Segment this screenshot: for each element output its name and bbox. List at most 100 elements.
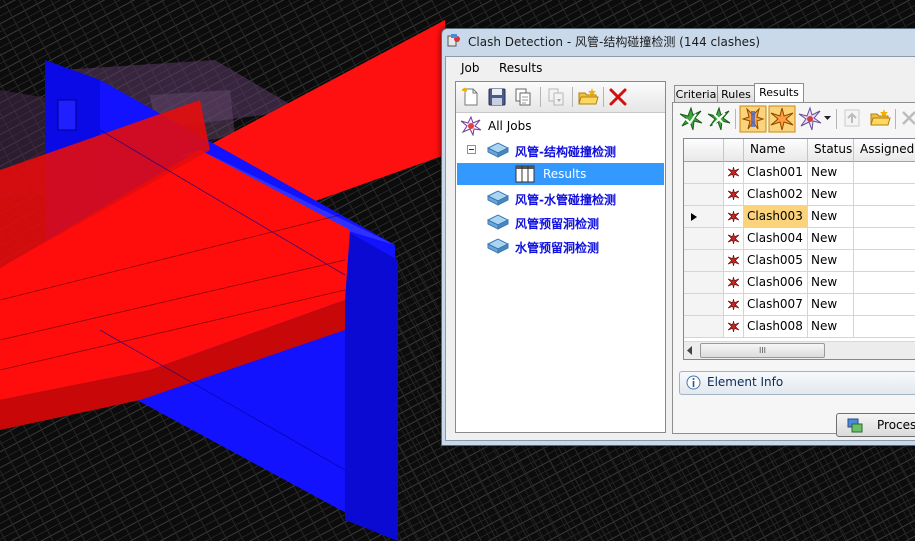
clash-status-text-cell[interactable]: New [808,294,854,316]
table-row[interactable]: Clash004 New [684,228,915,250]
export-up-icon[interactable] [841,107,863,129]
current-row-indicator-icon [691,213,697,221]
collapse-icon[interactable] [467,145,476,154]
clash-assigned-to-cell[interactable] [854,272,915,294]
clash-name-cell[interactable]: Clash006 [744,272,808,294]
clash-name-cell[interactable]: Clash004 [744,228,808,250]
horizontal-scrollbar[interactable]: III [684,341,915,359]
clash-name-cell[interactable]: Clash001 [744,162,808,184]
save-icon[interactable] [486,86,508,108]
clash-status-text-cell[interactable]: New [808,228,854,250]
open-folder-icon[interactable] [577,86,599,108]
approve-clash-icon[interactable] [678,106,704,132]
jobs-panel: All Jobs 风管-结构碰撞检测 Results 风管-水管碰撞检测 风管预… [455,81,666,433]
column-header-assigned-to[interactable]: Assigned To [854,139,915,162]
clash-assigned-to-cell[interactable] [854,206,915,228]
process-button[interactable]: Process [836,413,915,437]
clash-status-text-cell[interactable]: New [808,272,854,294]
clash-assigned-to-cell[interactable] [854,250,915,272]
clash-status-cell[interactable] [724,316,744,338]
approve-all-icon[interactable] [706,106,732,132]
row-header[interactable] [684,272,724,294]
tree-item-job-3[interactable]: 风管预留洞检测 [456,211,665,233]
tree-item-job-1[interactable]: 风管-结构碰撞检测 [456,139,665,161]
tree-item-results[interactable]: Results [457,163,664,185]
clash-status-text-cell[interactable]: New [808,162,854,184]
tab-results[interactable]: Results [754,83,804,104]
clash-results-grid[interactable]: Name Status Assigned To Clash001NewClash… [683,138,915,360]
clash-name-cell[interactable]: Clash002 [744,184,808,206]
clash-status-text-cell[interactable]: New [808,316,854,338]
table-row[interactable]: Clash002 New [684,184,915,206]
clash-status-cell[interactable] [724,250,744,272]
highlight-clash-icon[interactable] [739,105,767,133]
toolbar-separator [836,109,837,129]
tree-item-job-4[interactable]: 水管预留洞检测 [456,235,665,257]
column-header-name[interactable]: Name [744,139,808,162]
toolbar-separator [735,109,736,129]
column-header-status[interactable]: Status [808,139,854,162]
copy-icon[interactable] [512,86,534,108]
clash-status-cell[interactable] [724,272,744,294]
dropdown-arrow-icon[interactable] [823,113,832,122]
new-clash-icon [728,277,739,288]
job-icon [486,142,510,158]
all-jobs-icon [460,116,482,136]
tree-item-job-2[interactable]: 风管-水管碰撞检测 [456,187,665,209]
table-row[interactable]: Clash008 New [684,316,915,338]
clash-status-text-cell[interactable]: New [808,184,854,206]
title-bar[interactable]: Clash Detection - 风管-结构碰撞检测 (144 clashes… [442,29,915,53]
scroll-left-arrow-icon[interactable] [686,346,694,355]
row-header[interactable] [684,184,724,206]
clash-status-cell[interactable] [724,206,744,228]
table-row[interactable]: Clash001 New [684,162,915,184]
table-row[interactable]: Clash003 New [684,206,915,228]
table-row[interactable]: Clash006 New [684,272,915,294]
row-header[interactable] [684,206,724,228]
blue-structure-side [345,230,398,541]
row-header[interactable] [684,250,724,272]
jobs-tree: All Jobs 风管-结构碰撞检测 Results 风管-水管碰撞检测 风管预… [456,113,665,432]
element-info-panel[interactable]: Element Info [679,371,915,395]
row-header[interactable] [684,294,724,316]
clash-status-cell[interactable] [724,294,744,316]
clash-status-cell[interactable] [724,184,744,206]
clash-status-text-cell[interactable]: New [808,250,854,272]
clash-status-icon[interactable] [797,106,823,132]
new-job-icon[interactable] [460,86,482,108]
menu-job[interactable]: Job [461,61,480,75]
clash-assigned-to-cell[interactable] [854,162,915,184]
tree-item-all-jobs[interactable]: All Jobs [456,115,665,137]
row-header[interactable] [684,162,724,184]
clash-status-cell[interactable] [724,162,744,184]
clash-status-text-cell[interactable]: New [808,206,854,228]
close-icon[interactable] [899,107,915,129]
table-row[interactable]: Clash005 New [684,250,915,272]
tree-item-label: 水管预留洞检测 [515,241,600,255]
clash-status-cell[interactable] [724,228,744,250]
menu-results[interactable]: Results [499,61,542,75]
delete-icon[interactable] [607,86,629,108]
clash-name-cell[interactable]: Clash003 [744,206,808,228]
clash-filter-icon[interactable] [768,105,796,133]
clash-name-cell[interactable]: Clash008 [744,316,808,338]
table-row[interactable]: Clash007 New [684,294,915,316]
clash-assigned-to-cell[interactable] [854,316,915,338]
tab-rules[interactable]: Rules [717,85,755,103]
clash-assigned-to-cell[interactable] [854,184,915,206]
tab-criteria[interactable]: Criteria [674,85,718,103]
row-header[interactable] [684,228,724,250]
clash-assigned-to-cell[interactable] [854,294,915,316]
toolbar-separator [572,87,573,107]
clash-name-cell[interactable]: Clash007 [744,294,808,316]
clash-name-cell[interactable]: Clash005 [744,250,808,272]
clash-assigned-to-cell[interactable] [854,228,915,250]
open-folder-icon[interactable] [869,107,891,129]
row-header[interactable] [684,316,724,338]
new-clash-icon [728,211,739,222]
scrollbar-thumb[interactable]: III [700,343,825,358]
import-icon[interactable] [545,86,567,108]
new-clash-icon [728,299,739,310]
new-clash-icon [728,321,739,332]
grid-icon-column-header[interactable] [724,139,744,162]
